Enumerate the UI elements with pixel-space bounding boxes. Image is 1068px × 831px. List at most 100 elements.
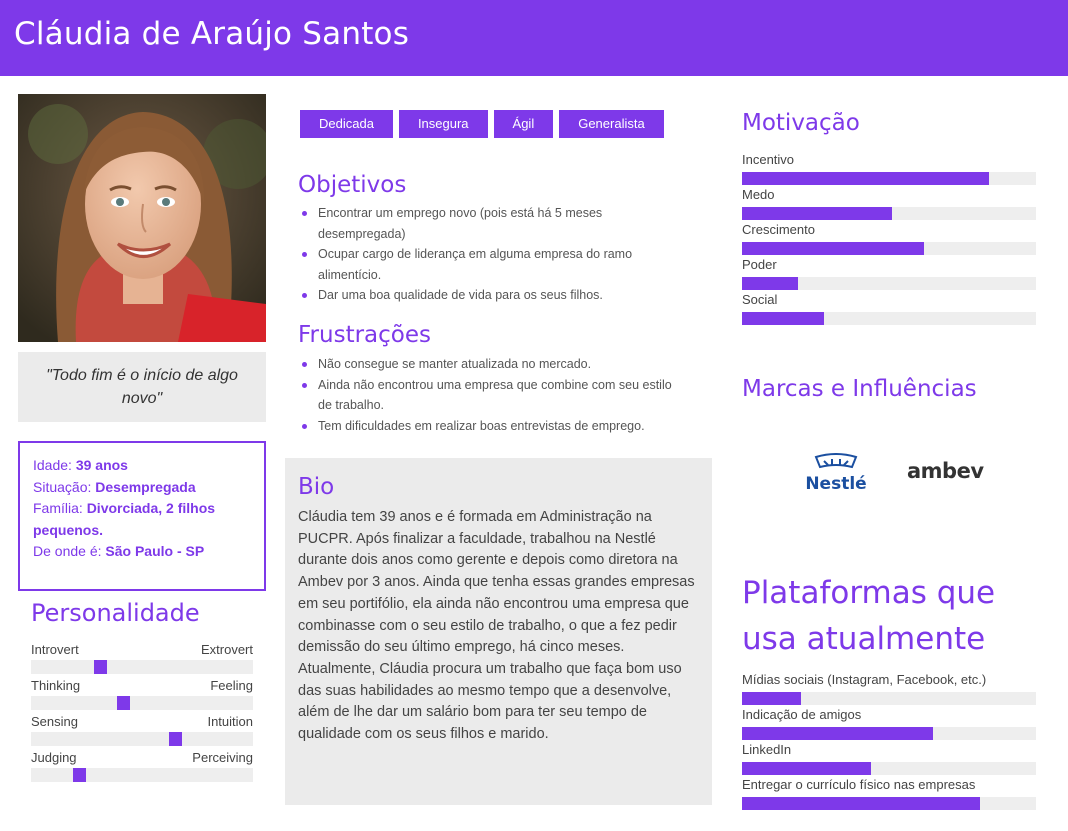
frustrations-title: Frustrações — [298, 322, 431, 348]
persona-quote: "Todo fim é o início de algo novo" — [18, 352, 266, 422]
bar-fill — [742, 277, 798, 290]
family-label: Família: — [33, 500, 83, 516]
nestle-logo: Nestlé — [802, 453, 870, 494]
list-item: Ainda não encontrou uma empresa que comb… — [299, 375, 689, 416]
list-item: Dar uma boa qualidade de vida para os se… — [299, 285, 679, 306]
family-row: Família: Divorciada, 2 filhos pequenos. — [33, 498, 251, 541]
header-bar: Cláudia de Araújo Santos — [0, 0, 1068, 76]
age-row: Idade: 39 anos — [33, 455, 251, 477]
trait-tag: Generalista — [559, 110, 664, 138]
platforms-title: Plataformas que usa atualmente — [742, 575, 996, 657]
bar-label: Entregar o currículo físico nas empresas — [742, 777, 976, 792]
age-label: Idade: — [33, 457, 72, 473]
bio-title: Bio — [298, 474, 335, 500]
brands-title: Marcas e Influências — [742, 376, 977, 402]
bar-track — [742, 762, 1036, 775]
personality-labels: Judging Perceiving — [31, 749, 253, 767]
bar-fill — [742, 797, 981, 810]
bar-fill — [742, 207, 892, 220]
bio-text: Cláudia tem 39 anos e é formada em Admin… — [298, 507, 703, 746]
bar-label: LinkedIn — [742, 742, 792, 757]
bar-row: Incentivo — [742, 152, 1036, 187]
bar-label: Social — [742, 292, 778, 307]
personality-marker — [168, 732, 182, 746]
bio-paragraph-2: Atualmente, Cláudia procura um trabalho … — [298, 660, 682, 743]
personality-row: Introvert Extrovert — [31, 641, 253, 677]
trait-tag: Dedicada — [300, 110, 393, 138]
status-label: Situação: — [33, 478, 92, 495]
trait-right-label: Extrovert — [200, 642, 253, 657]
personality-title: Personalidade — [31, 599, 200, 627]
svg-text:Nestlé: Nestlé — [805, 474, 866, 493]
bar-label: Mídias sociais (Instagram, Facebook, etc… — [742, 672, 987, 687]
bar-fill — [742, 727, 934, 740]
bar-track — [742, 692, 1036, 705]
personality-track — [31, 660, 253, 674]
bar-fill — [742, 692, 801, 705]
bar-track — [742, 277, 1036, 290]
trait-tags: Dedicada Insegura Ágil Generalista — [300, 110, 664, 138]
objectives-title: Objetivos — [298, 172, 407, 198]
bar-label: Medo — [742, 187, 775, 202]
personality-track — [31, 732, 253, 746]
status-value: Desempregada — [95, 478, 196, 495]
bar-track — [742, 172, 1036, 185]
bar-track — [742, 797, 1036, 810]
personality-row: Judging Perceiving — [31, 749, 253, 785]
objectives-list: Encontrar um emprego novo (pois está há … — [299, 203, 679, 306]
motivation-title: Motivação — [742, 110, 860, 136]
bio-paragraph-1: Cláudia tem 39 anos e é formada em Admin… — [298, 509, 695, 656]
personality-marker — [72, 768, 86, 782]
bar-row: Mídias sociais (Instagram, Facebook, etc… — [742, 672, 1036, 707]
bar-row: LinkedIn — [742, 742, 1036, 777]
bar-row: Poder — [742, 257, 1036, 292]
trait-right-label: Perceiving — [192, 750, 253, 765]
trait-tag: Insegura — [398, 110, 488, 138]
bar-row: Medo — [742, 187, 1036, 222]
bar-label: Indicação de amigos — [742, 707, 862, 722]
age-value: 39 anos — [75, 457, 128, 473]
bar-row: Indicação de amigos — [742, 707, 1036, 742]
list-item: Tem dificuldades em realizar boas entrev… — [299, 416, 689, 437]
trait-right-label: Feeling — [210, 678, 253, 693]
personality-scales: Introvert Extrovert Thinking Feeling Sensing… — [31, 641, 253, 785]
bar-track — [742, 727, 1036, 740]
info-box: Idade: 39 anos Situação: Desempregada Fa… — [18, 441, 266, 591]
list-item: Ocupar cargo de liderança em alguma empr… — [299, 244, 679, 285]
persona-name: Cláudia de Araújo Santos — [14, 16, 410, 52]
list-item: Encontrar um emprego novo (pois está há … — [299, 203, 679, 244]
bar-row: Social — [742, 292, 1036, 327]
trait-left-label: Sensing — [31, 714, 78, 729]
trait-left-label: Thinking — [31, 678, 81, 693]
bar-row: Entregar o currículo físico nas empresas — [742, 777, 1036, 812]
bar-track — [742, 242, 1036, 255]
portrait-image — [18, 94, 266, 342]
origin-value: São Paulo - SP — [105, 543, 205, 559]
bar-fill — [742, 172, 989, 185]
personality-labels: Sensing Intuition — [31, 713, 253, 731]
personality-track — [31, 768, 253, 782]
status-row: Situação: Desempregada — [33, 477, 251, 499]
platform-bars: Mídias sociais (Instagram, Facebook, etc… — [742, 672, 1036, 812]
bar-fill — [742, 312, 825, 325]
brand-logos: Nestlé ambev — [742, 445, 1036, 505]
bar-row: Crescimento — [742, 222, 1036, 257]
bar-fill — [742, 762, 872, 775]
bar-label: Incentivo — [742, 152, 795, 167]
personality-marker — [93, 660, 107, 674]
bar-track — [742, 207, 1036, 220]
personality-labels: Introvert Extrovert — [31, 641, 253, 659]
personality-row: Thinking Feeling — [31, 677, 253, 713]
bar-label: Crescimento — [742, 222, 815, 237]
trait-tag: Ágil — [493, 110, 554, 138]
origin-label: De onde é: — [33, 543, 102, 559]
bar-track — [742, 312, 1036, 325]
bar-label: Poder — [742, 257, 777, 272]
trait-left-label: Judging — [31, 750, 77, 765]
origin-row: De onde é: São Paulo - SP — [33, 541, 251, 563]
list-item: Não consegue se manter atualizada no mer… — [299, 354, 689, 375]
frustrations-list: Não consegue se manter atualizada no mer… — [299, 354, 689, 436]
personality-track — [31, 696, 253, 710]
personality-labels: Thinking Feeling — [31, 677, 253, 695]
motivation-bars: Incentivo Medo Crescimento Poder Social — [742, 152, 1036, 327]
